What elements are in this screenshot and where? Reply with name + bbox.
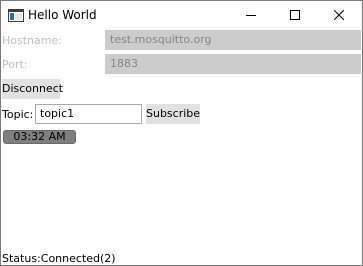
window-app-icon <box>8 9 24 22</box>
minimize-icon <box>246 15 256 16</box>
subscribe-button[interactable]: Subscribe <box>146 104 200 124</box>
minimize-button[interactable] <box>229 1 273 31</box>
hostname-label: Hostname: <box>2 34 62 47</box>
maximize-button[interactable] <box>273 1 317 31</box>
close-button[interactable] <box>317 1 361 31</box>
port-label: Port: <box>2 58 28 71</box>
close-icon <box>334 10 344 20</box>
status-text: Status:Connected(2) <box>2 252 116 265</box>
clock-display: 03:32 AM <box>3 130 76 144</box>
port-field[interactable]: 1883 <box>105 54 361 74</box>
topic-input[interactable]: topic1 <box>35 104 142 124</box>
window-title: Hello World <box>28 8 97 22</box>
title-bar[interactable]: Hello World <box>1 1 362 31</box>
main-window: Hello World Hostname: test.mosquitto.org… <box>0 0 363 266</box>
hostname-field[interactable]: test.mosquitto.org <box>105 30 361 50</box>
maximize-icon <box>290 10 300 20</box>
topic-label: Topic: <box>2 108 34 121</box>
disconnect-button[interactable]: Disconnect <box>2 79 63 99</box>
